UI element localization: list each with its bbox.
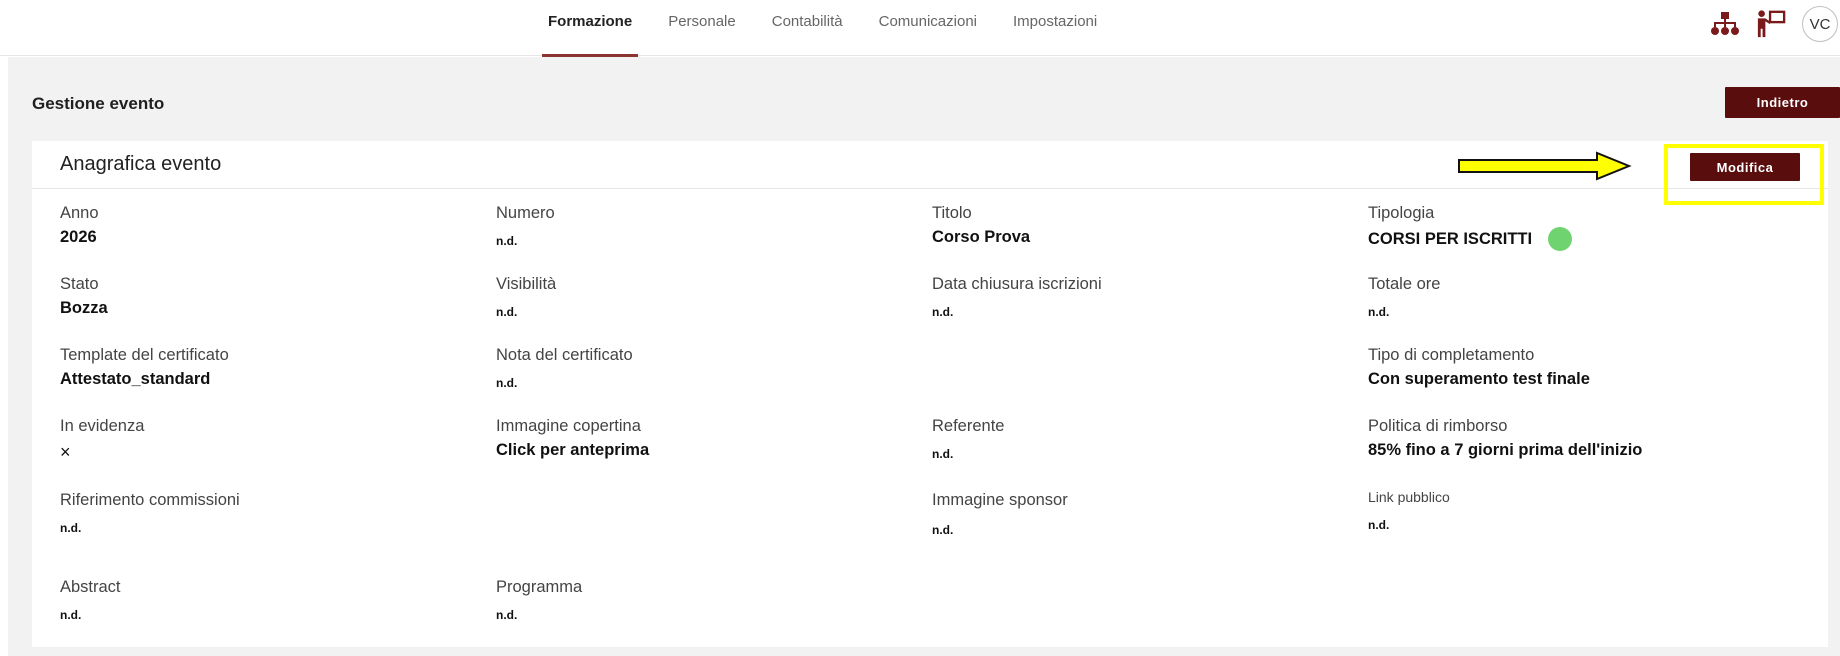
field-label: Template del certificato <box>60 346 229 364</box>
field-immagine-copertina: Immagine copertina Click per anteprima <box>496 416 896 460</box>
field-label: Titolo <box>932 204 972 222</box>
field-totale-ore: Totale ore n.d. <box>1368 274 1768 322</box>
field-value: n.d. <box>60 608 82 622</box>
field-value: Bozza <box>60 299 108 317</box>
field-label: Visibilità <box>496 275 557 293</box>
field-value: n.d. <box>496 234 518 248</box>
field-label: Link pubblico <box>1368 489 1450 505</box>
field-value: n.d. <box>932 305 954 319</box>
field-anno: Anno 2026 <box>60 203 460 247</box>
field-visibilita: Visibilità n.d. <box>496 274 896 322</box>
user-avatar[interactable]: VC <box>1802 6 1838 42</box>
field-stato: Stato Bozza <box>60 274 460 318</box>
card-header: Anagrafica evento Modifica <box>32 141 1828 205</box>
field-label: Abstract <box>60 578 121 596</box>
field-immagine-sponsor: Immagine sponsor n.d. <box>932 490 1332 540</box>
field-nota-certificato: Nota del certificato n.d. <box>496 345 896 393</box>
field-value: n.d. <box>932 523 954 537</box>
field-data-chiusura-iscrizioni: Data chiusura iscrizioni n.d. <box>932 274 1332 322</box>
field-label: Numero <box>496 204 555 222</box>
field-label: Riferimento commissioni <box>60 491 240 509</box>
field-value: 2026 <box>60 228 97 246</box>
back-button[interactable]: Indietro <box>1725 87 1840 118</box>
tab-personale[interactable]: Personale <box>668 0 736 56</box>
field-label: Tipo di completamento <box>1368 346 1535 364</box>
field-label: Nota del certificato <box>496 346 633 364</box>
field-template-certificato: Template del certificato Attestato_stand… <box>60 345 460 389</box>
page-title: Gestione evento <box>32 94 165 113</box>
org-chart-icon[interactable] <box>1710 9 1740 39</box>
edit-button[interactable]: Modifica <box>1690 153 1800 181</box>
field-tipo-completamento: Tipo di completamento Con superamento te… <box>1368 345 1768 389</box>
field-value: n.d. <box>496 376 518 390</box>
top-navigation: Formazione Personale Contabilità Comunic… <box>0 0 1840 57</box>
tab-formazione[interactable]: Formazione <box>541 0 639 57</box>
field-titolo: Titolo Corso Prova <box>932 203 1332 247</box>
field-value: n.d. <box>1368 518 1390 532</box>
field-value: Con superamento test finale <box>1368 370 1590 388</box>
tab-comunicazioni[interactable]: Comunicazioni <box>879 0 977 56</box>
field-label: Immagine sponsor <box>932 491 1068 509</box>
field-value: n.d. <box>60 521 82 535</box>
field-label: Immagine copertina <box>496 417 641 435</box>
field-abstract: Abstract n.d. <box>60 577 460 625</box>
field-value-row: CORSI PER ISCRITTI <box>1368 227 1768 251</box>
field-politica-rimborso: Politica di rimborso 85% fino a 7 giorni… <box>1368 416 1768 460</box>
presenter-icon[interactable] <box>1756 9 1786 39</box>
field-label: Data chiusura iscrizioni <box>932 275 1102 293</box>
field-value: Attestato_standard <box>60 370 211 388</box>
field-label: In evidenza <box>60 417 145 435</box>
main-content: Gestione evento Indietro Anagrafica even… <box>8 57 1840 656</box>
tab-impostazioni[interactable]: Impostazioni <box>1013 0 1097 56</box>
field-value: n.d. <box>496 305 518 319</box>
field-value: n.d. <box>496 608 518 622</box>
card-title: Anagrafica evento <box>60 153 222 175</box>
field-label: Programma <box>496 578 583 596</box>
field-in-evidenza: In evidenza × <box>60 416 460 462</box>
field-label: Totale ore <box>1368 275 1441 293</box>
field-value: Corso Prova <box>932 228 1031 246</box>
nav-icon-group: VC <box>1710 0 1840 48</box>
main-tabs: Formazione Personale Contabilità Comunic… <box>541 0 1133 57</box>
field-value: 85% fino a 7 giorni prima dell'inizio <box>1368 441 1643 459</box>
field-label: Anno <box>60 204 99 222</box>
status-dot-icon <box>1548 227 1573 251</box>
event-details-card: Anagrafica evento Modifica Anno 2026 Num… <box>32 141 1828 647</box>
annotation-arrow-icon <box>1458 151 1632 181</box>
field-referente: Referente n.d. <box>932 416 1332 464</box>
field-riferimento-commissioni: Riferimento commissioni n.d. <box>60 490 460 538</box>
field-value: CORSI PER ISCRITTI <box>1368 230 1533 248</box>
field-label: Tipologia <box>1368 204 1435 222</box>
field-numero: Numero n.d. <box>496 203 896 251</box>
field-label: Stato <box>60 275 99 293</box>
field-programma: Programma n.d. <box>496 577 896 625</box>
field-label: Referente <box>932 417 1005 435</box>
close-icon: × <box>60 442 71 462</box>
tab-contabilita[interactable]: Contabilità <box>772 0 843 56</box>
field-value: n.d. <box>1368 305 1390 319</box>
field-tipologia: Tipologia CORSI PER ISCRITTI <box>1368 203 1768 251</box>
field-link-pubblico: Link pubblico n.d. <box>1368 487 1768 535</box>
cover-image-preview-link[interactable]: Click per anteprima <box>496 440 896 460</box>
field-label: Politica di rimborso <box>1368 417 1508 435</box>
field-value: n.d. <box>932 447 954 461</box>
